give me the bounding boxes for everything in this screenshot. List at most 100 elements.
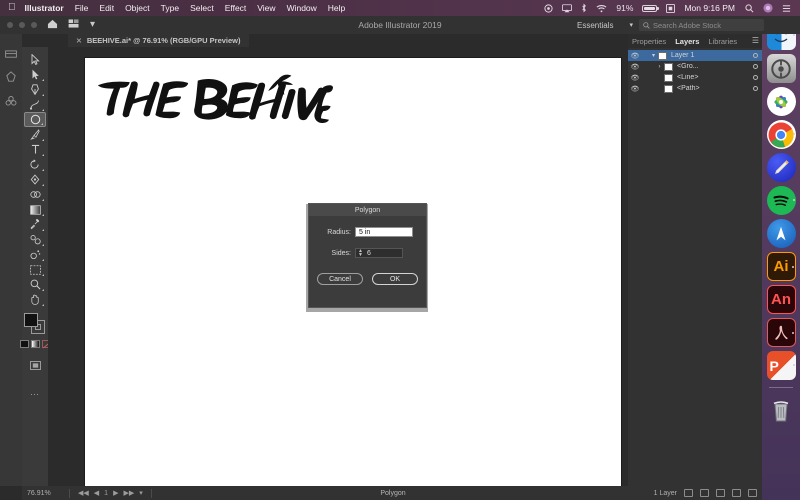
stepper-down-icon[interactable]: ▼ (358, 254, 363, 258)
direct-selection-tool[interactable] (24, 67, 46, 82)
ok-button[interactable]: OK (372, 273, 418, 285)
control-panel-icon[interactable] (5, 46, 17, 57)
dock-app-adobe-acrobat[interactable] (767, 318, 796, 347)
layer-row-path[interactable]: 👁 <Path> (628, 83, 762, 94)
ellipse-tool[interactable] (24, 112, 46, 127)
blend-tool[interactable] (24, 232, 46, 247)
fill-swatch[interactable] (24, 313, 38, 327)
tab-layers[interactable]: Layers (675, 37, 699, 46)
bluetooth-icon[interactable] (581, 3, 587, 13)
menu-item-help[interactable]: Help (328, 3, 345, 13)
menu-item-object[interactable]: Object (125, 3, 150, 13)
target-circle-icon[interactable] (753, 86, 758, 91)
dock-app-photos[interactable] (767, 87, 796, 116)
delete-layer-icon[interactable] (748, 489, 757, 497)
airplay-icon[interactable] (562, 4, 572, 13)
layer-name[interactable]: Layer 1 (671, 52, 753, 59)
drawing-mode-icon[interactable] (30, 357, 41, 375)
hand-tool[interactable] (24, 292, 46, 307)
artwork-beehive-text[interactable] (93, 66, 333, 132)
shape-builder-tool[interactable] (24, 187, 46, 202)
dock-app-adobe-animate[interactable]: An (767, 285, 796, 314)
artboard-navigator[interactable]: ◀◀ ◀ 1 ▶ ▶▶ ▾ (78, 489, 143, 497)
dock-app-adobe-illustrator[interactable]: Ai (767, 252, 796, 281)
fill-stroke-swatches[interactable] (23, 312, 47, 336)
prev-artboard-icon[interactable]: ◀ (94, 489, 99, 497)
layer-row-layer-1[interactable]: 👁 ▾ Layer 1 (628, 50, 762, 61)
gradient-mesh-tool[interactable] (24, 172, 46, 187)
selection-tool[interactable] (24, 52, 46, 67)
rotate-tool[interactable] (24, 157, 46, 172)
close-window-button[interactable] (7, 22, 13, 28)
symbol-sprayer-tool[interactable] (24, 247, 46, 262)
gradient-swatch-button[interactable] (31, 340, 40, 348)
target-circle-icon[interactable] (753, 75, 758, 80)
arrange-documents-icon[interactable] (68, 19, 80, 31)
dock-app-spotify[interactable] (767, 186, 796, 215)
arrange-chevron-down-icon[interactable]: ▾ (90, 20, 95, 30)
layer-row-line[interactable]: 👁 <Line> (628, 72, 762, 83)
artboard-number[interactable]: 1 (104, 490, 108, 497)
input-source-icon[interactable] (666, 4, 675, 13)
dock-app-sketch-pencil[interactable] (767, 153, 796, 182)
shaper-tool-icon[interactable] (5, 70, 17, 81)
layer-name[interactable]: <Line> (677, 74, 753, 81)
next-artboard-icon[interactable]: ▶ (113, 489, 118, 497)
dock-app-navigation[interactable] (767, 219, 796, 248)
search-adobe-stock-input[interactable]: Search Adobe Stock (639, 19, 764, 31)
document-tab[interactable]: ✕ BEEHIVE.ai* @ 76.91% (RGB/GPU Preview) (68, 34, 249, 47)
battery-icon[interactable] (642, 5, 657, 12)
create-new-layer-icon[interactable] (732, 489, 741, 497)
workspace-switcher[interactable]: Essentials (577, 21, 613, 30)
siri-icon[interactable] (763, 3, 773, 13)
menu-item-edit[interactable]: Edit (99, 3, 114, 13)
target-circle-icon[interactable] (753, 53, 758, 58)
artboard-chevron-down-icon[interactable]: ▾ (139, 489, 143, 497)
dock-app-google-chrome[interactable] (767, 120, 796, 149)
menu-item-view[interactable]: View (257, 3, 275, 13)
curvature-tool[interactable] (24, 97, 46, 112)
gradient-tool[interactable] (24, 202, 46, 217)
close-icon[interactable]: ✕ (76, 37, 82, 45)
eyedropper-tool[interactable] (24, 217, 46, 232)
menu-item-file[interactable]: File (75, 3, 89, 13)
menu-item-window[interactable]: Window (287, 3, 317, 13)
cancel-button[interactable]: Cancel (317, 273, 363, 285)
color-swatch-button[interactable] (20, 340, 29, 348)
panel-menu-icon[interactable]: ☰ (752, 37, 759, 45)
zoom-level[interactable]: 76.91% (27, 490, 61, 497)
minimize-window-button[interactable] (19, 22, 25, 28)
radius-input[interactable]: 5 in (355, 227, 413, 237)
dock-app-system-preferences[interactable] (767, 54, 796, 83)
notification-center-icon[interactable] (782, 4, 791, 13)
current-tool-label[interactable]: Polygon (380, 490, 405, 497)
home-icon[interactable] (47, 19, 58, 32)
chevron-right-icon[interactable]: › (655, 64, 664, 70)
symbols-icon[interactable] (5, 94, 17, 105)
eye-icon[interactable]: 👁 (628, 74, 642, 82)
window-controls[interactable] (7, 22, 37, 28)
tab-properties[interactable]: Properties (632, 37, 666, 46)
edit-toolbar-ellipsis-icon[interactable]: ⋯ (30, 389, 40, 400)
apple-menu-icon[interactable]:  (8, 3, 16, 13)
artboard-tool[interactable] (24, 262, 46, 277)
dock-trash[interactable] (767, 395, 796, 424)
menu-item-select[interactable]: Select (190, 3, 214, 13)
workspace-chevron-down-icon[interactable]: ▾ (629, 22, 633, 29)
type-tool[interactable] (24, 142, 46, 157)
zoom-tool[interactable] (24, 277, 46, 292)
maximize-window-button[interactable] (31, 22, 37, 28)
record-icon[interactable] (544, 4, 553, 13)
chevron-down-icon[interactable]: ▾ (649, 52, 658, 59)
eye-icon[interactable]: 👁 (628, 85, 642, 93)
make-clipping-mask-icon[interactable] (700, 489, 709, 497)
eye-icon[interactable]: 👁 (628, 52, 642, 60)
target-circle-icon[interactable] (753, 64, 758, 69)
menu-item-type[interactable]: Type (161, 3, 179, 13)
last-artboard-icon[interactable]: ▶▶ (123, 489, 134, 497)
first-artboard-icon[interactable]: ◀◀ (78, 489, 89, 497)
tab-libraries[interactable]: Libraries (708, 37, 737, 46)
create-sublayer-icon[interactable] (716, 489, 725, 497)
dock-app-powerpoint[interactable]: P (767, 351, 796, 380)
layer-name[interactable]: <Path> (677, 85, 753, 92)
